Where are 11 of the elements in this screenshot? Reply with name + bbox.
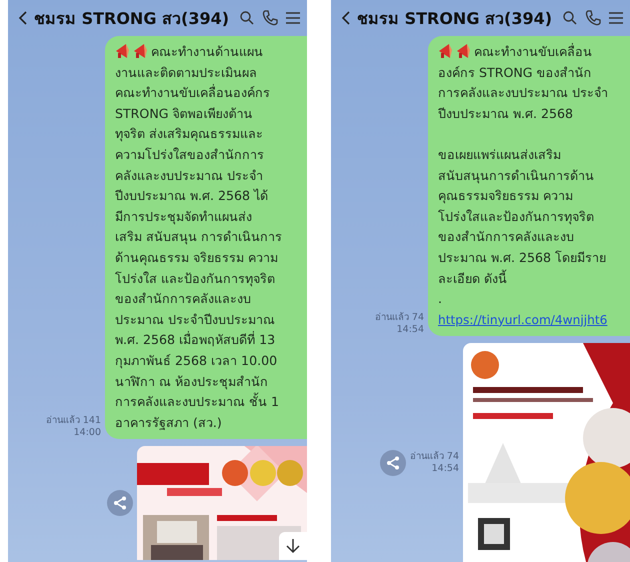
message-time: 14:00 (74, 427, 101, 440)
read-count: อ่านแล้ว 74 (374, 312, 424, 324)
chat-title: ชมรม STRONG สว(394) (357, 8, 554, 30)
chat-title: ชมรม STRONG สว(394) (34, 8, 230, 30)
message-link[interactable]: https://tinyurl.com/4wnjjht6 (438, 310, 622, 330)
message-time: 14:54 (432, 463, 459, 476)
message-text: คณะทำงานขับเคลื่อน องค์กร STRONG ของสำนัก การคลังและงบประมาณ ประจำ ปีงบประมาณ พ.ศ. 2568 ขอเผยแพร่แผนส่งเสริม สนับสนุนการดำเนินการด้าน คุณธรรมจริยธรรม ความ โปร่งใสและป้องกันการทุจริต ของสำนักการคลังและงบ ประมาณ พ.ศ. 2568 โดยมีราย ละเอียด ดังนี้ . (438, 42, 610, 308)
message-time: 14:54 (396, 324, 424, 336)
message-text: คณะทำงานด้านแผน งานและติดตามประเมินผล คณะทำงานขับเคลื่อนองค์กร STRONG จิตพอเพียงต้าน ทุจริต ส่งเสริมคุณธรรมและ ความโปร่งใสของสำนักการ คลังและงบประมาณ ประจำ ปีงบประมาณ พ.ศ. 2568 ได้ มีการประชุมจัดทำแผนส่ง เสริม สนับสนุน การดำเนินการ ด้านคุณธรรม จริยธรรม ความ โปร่งใส และป้องกันการทุจริต ของสำนักการคลังและงบ ประมาณ ประจำปีงบประมาณ พ.ศ. 2568 เมื่อพฤหัสบดีที่ 13 กุมภาพันธ์ 2568 เวลา 10.00 นาฬิกา ณ ห้องประชุมสำนัก การคลังและงบประมาณ ชั้น 1 อาคารรัฐสภา (สว.) (115, 42, 284, 432)
read-count: อ่านแล้ว 74 (410, 451, 459, 464)
read-count: อ่านแล้ว 141 (46, 415, 101, 428)
